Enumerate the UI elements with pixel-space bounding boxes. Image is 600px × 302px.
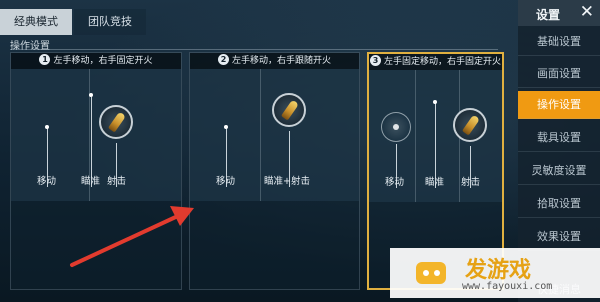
mode-tabs: 经典模式 团队竞技 [0,9,148,35]
aim-label: 瞄准 [425,177,445,188]
panel-header: 1 左手移动，右手固定开火 [11,53,181,69]
panel-header: 3 左手固定移动，右手固定开火 [369,54,502,70]
move-dot [45,125,49,129]
aim-label: 瞄准 [81,176,101,187]
move-label: 移动 [37,176,57,187]
section-divider [10,49,498,50]
move-label: 移动 [216,176,236,187]
bullet-icon [107,111,127,133]
move-dot [224,125,228,129]
sidebar-item-vehicle[interactable]: 载具设置 [518,124,600,152]
fire-label: 射击 [461,177,481,188]
aim-dot [89,93,93,97]
scheme-title: 左手固定移动，右手固定开火 [383,57,501,67]
sidebar-title: 设置 [536,8,561,22]
fire-button-icon [272,93,306,127]
site-watermark: 发游戏 www.fayouxi.com [390,248,600,298]
scheme-title: 左手移动，右手跟随开火 [231,56,331,66]
bullet-icon [280,99,300,121]
sidebar-item-graphics[interactable]: 画面设置 [518,60,600,88]
move-label: 移动 [385,177,405,188]
scheme-number: 1 [39,54,51,65]
sidebar-item-basic[interactable]: 基础设置 [518,28,600,56]
scheme-title: 左手移动，右手固定开火 [53,56,153,66]
sidebar-item-pickup[interactable]: 拾取设置 [518,190,600,218]
scheme-number: 3 [369,55,381,66]
sidebar-header: 设置 ✕ [518,0,600,26]
scheme-number: 2 [217,54,229,65]
tab-team-deathmatch[interactable]: 团队竞技 [74,9,146,35]
aim-dot [433,100,437,104]
watermark-logo-icon [416,262,446,284]
fire-button-icon [99,105,133,139]
fire-label: 射击 [107,176,127,187]
panel-divider [415,70,416,202]
control-scheme-1[interactable]: 1 左手移动，右手固定开火 移动 瞄准 射击 [10,52,182,290]
sidebar-item-effects[interactable]: 效果设置 [518,223,600,251]
panel-header: 2 左手移动，右手跟随开火 [190,53,359,69]
sidebar-item-sensitivity[interactable]: 灵敏度设置 [518,157,600,185]
control-scheme-2[interactable]: 2 左手移动，右手跟随开火 移动 瞄准+射击 [189,52,360,290]
tab-classic-mode[interactable]: 经典模式 [0,9,72,35]
watermark-brand: 发游戏 [465,258,532,283]
bullet-icon [461,114,481,136]
sidebar-item-controls[interactable]: 操作设置 [518,91,600,119]
panel-divider [260,69,261,201]
aim-fire-label: 瞄准+射击 [264,176,310,187]
watermark-url: www.fayouxi.com [462,281,553,292]
game-settings-screen: 经典模式 团队竞技 操作设置 1 左手移动，右手固定开火 移动 瞄准 射击 2 左手… [0,0,600,302]
close-icon[interactable]: ✕ [580,2,594,22]
fire-button-icon [453,108,487,142]
move-joystick-icon [381,112,411,142]
